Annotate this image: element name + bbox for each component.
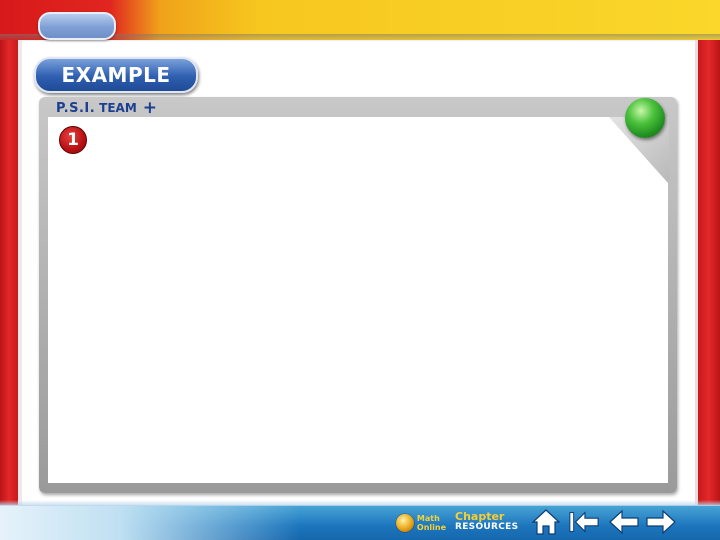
content-panel (48, 117, 668, 483)
first-page-button[interactable] (568, 508, 600, 536)
step-number-badge: 1 (59, 126, 87, 154)
previous-button[interactable] (608, 508, 640, 536)
green-status-ball-icon (625, 98, 665, 138)
right-rail-edge (695, 40, 698, 510)
left-red-rail (0, 40, 18, 510)
next-button[interactable] (645, 508, 677, 536)
psi-label: P.S.I. (56, 100, 96, 116)
math-online-link[interactable]: Math Online (396, 510, 446, 536)
resources-label: RESOURCES (455, 522, 519, 532)
globe-icon (396, 514, 414, 532)
math-online-line2: Online (416, 523, 446, 532)
left-rail-edge (18, 40, 22, 510)
chapter-label: Chapter (455, 510, 505, 523)
math-online-line1: Math (416, 514, 440, 523)
home-button[interactable] (530, 508, 562, 536)
home-icon (531, 509, 561, 535)
psi-team-label: P.S.I. TEAM + (56, 99, 157, 117)
previous-icon (609, 509, 639, 535)
top-tab-pill (38, 12, 116, 40)
bottom-nav-bar-edge (0, 500, 720, 506)
bottom-nav-bar-highlight (0, 505, 300, 540)
team-label: TEAM (99, 101, 137, 115)
chapter-resources-link[interactable]: Chapter RESOURCES (455, 511, 525, 535)
plus-icon: + (142, 97, 158, 118)
right-red-rail (698, 40, 720, 510)
first-page-icon (569, 511, 599, 533)
example-heading: EXAMPLE (34, 57, 198, 93)
step-number: 1 (67, 130, 79, 150)
next-icon (646, 509, 676, 535)
example-heading-label: EXAMPLE (61, 63, 171, 87)
math-online-label: Math Online (417, 514, 446, 532)
